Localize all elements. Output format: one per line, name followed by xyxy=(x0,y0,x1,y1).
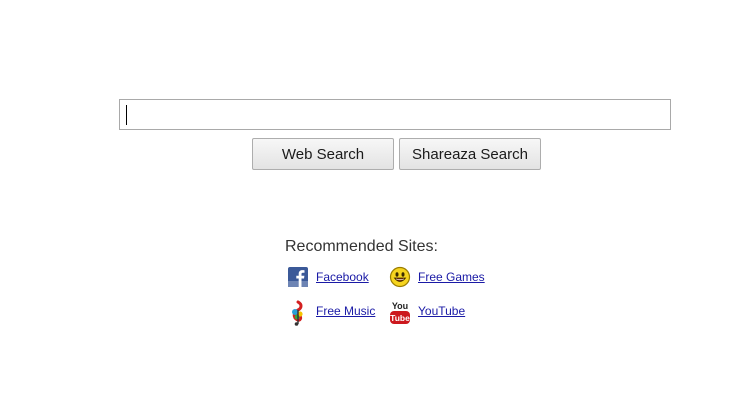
recommended-sites-heading: Recommended Sites: xyxy=(285,238,438,255)
facebook-icon[interactable] xyxy=(287,266,309,288)
svg-text:You: You xyxy=(392,301,408,311)
youtube-icon[interactable]: You Tube xyxy=(389,300,411,324)
free-music-link[interactable]: Free Music xyxy=(316,304,375,318)
facebook-link[interactable]: Facebook xyxy=(316,270,369,284)
youtube-link[interactable]: YouTube xyxy=(418,304,465,318)
smiley-icon[interactable] xyxy=(389,266,411,288)
search-input[interactable] xyxy=(119,99,671,130)
site-item-facebook[interactable]: Facebook xyxy=(287,265,369,289)
text-caret xyxy=(126,105,127,125)
music-note-icon[interactable] xyxy=(287,300,309,326)
web-search-button[interactable]: Web Search xyxy=(252,138,394,170)
shareaza-search-button[interactable]: Shareaza Search xyxy=(399,138,541,170)
site-item-free-games[interactable]: Free Games xyxy=(389,265,485,289)
svg-text:Tube: Tube xyxy=(390,313,410,323)
free-games-link[interactable]: Free Games xyxy=(418,270,485,284)
search-page: Web Search Shareaza Search Recommended S… xyxy=(0,0,753,414)
site-item-youtube[interactable]: You Tube YouTube xyxy=(389,299,465,324)
site-item-free-music[interactable]: Free Music xyxy=(287,299,375,326)
